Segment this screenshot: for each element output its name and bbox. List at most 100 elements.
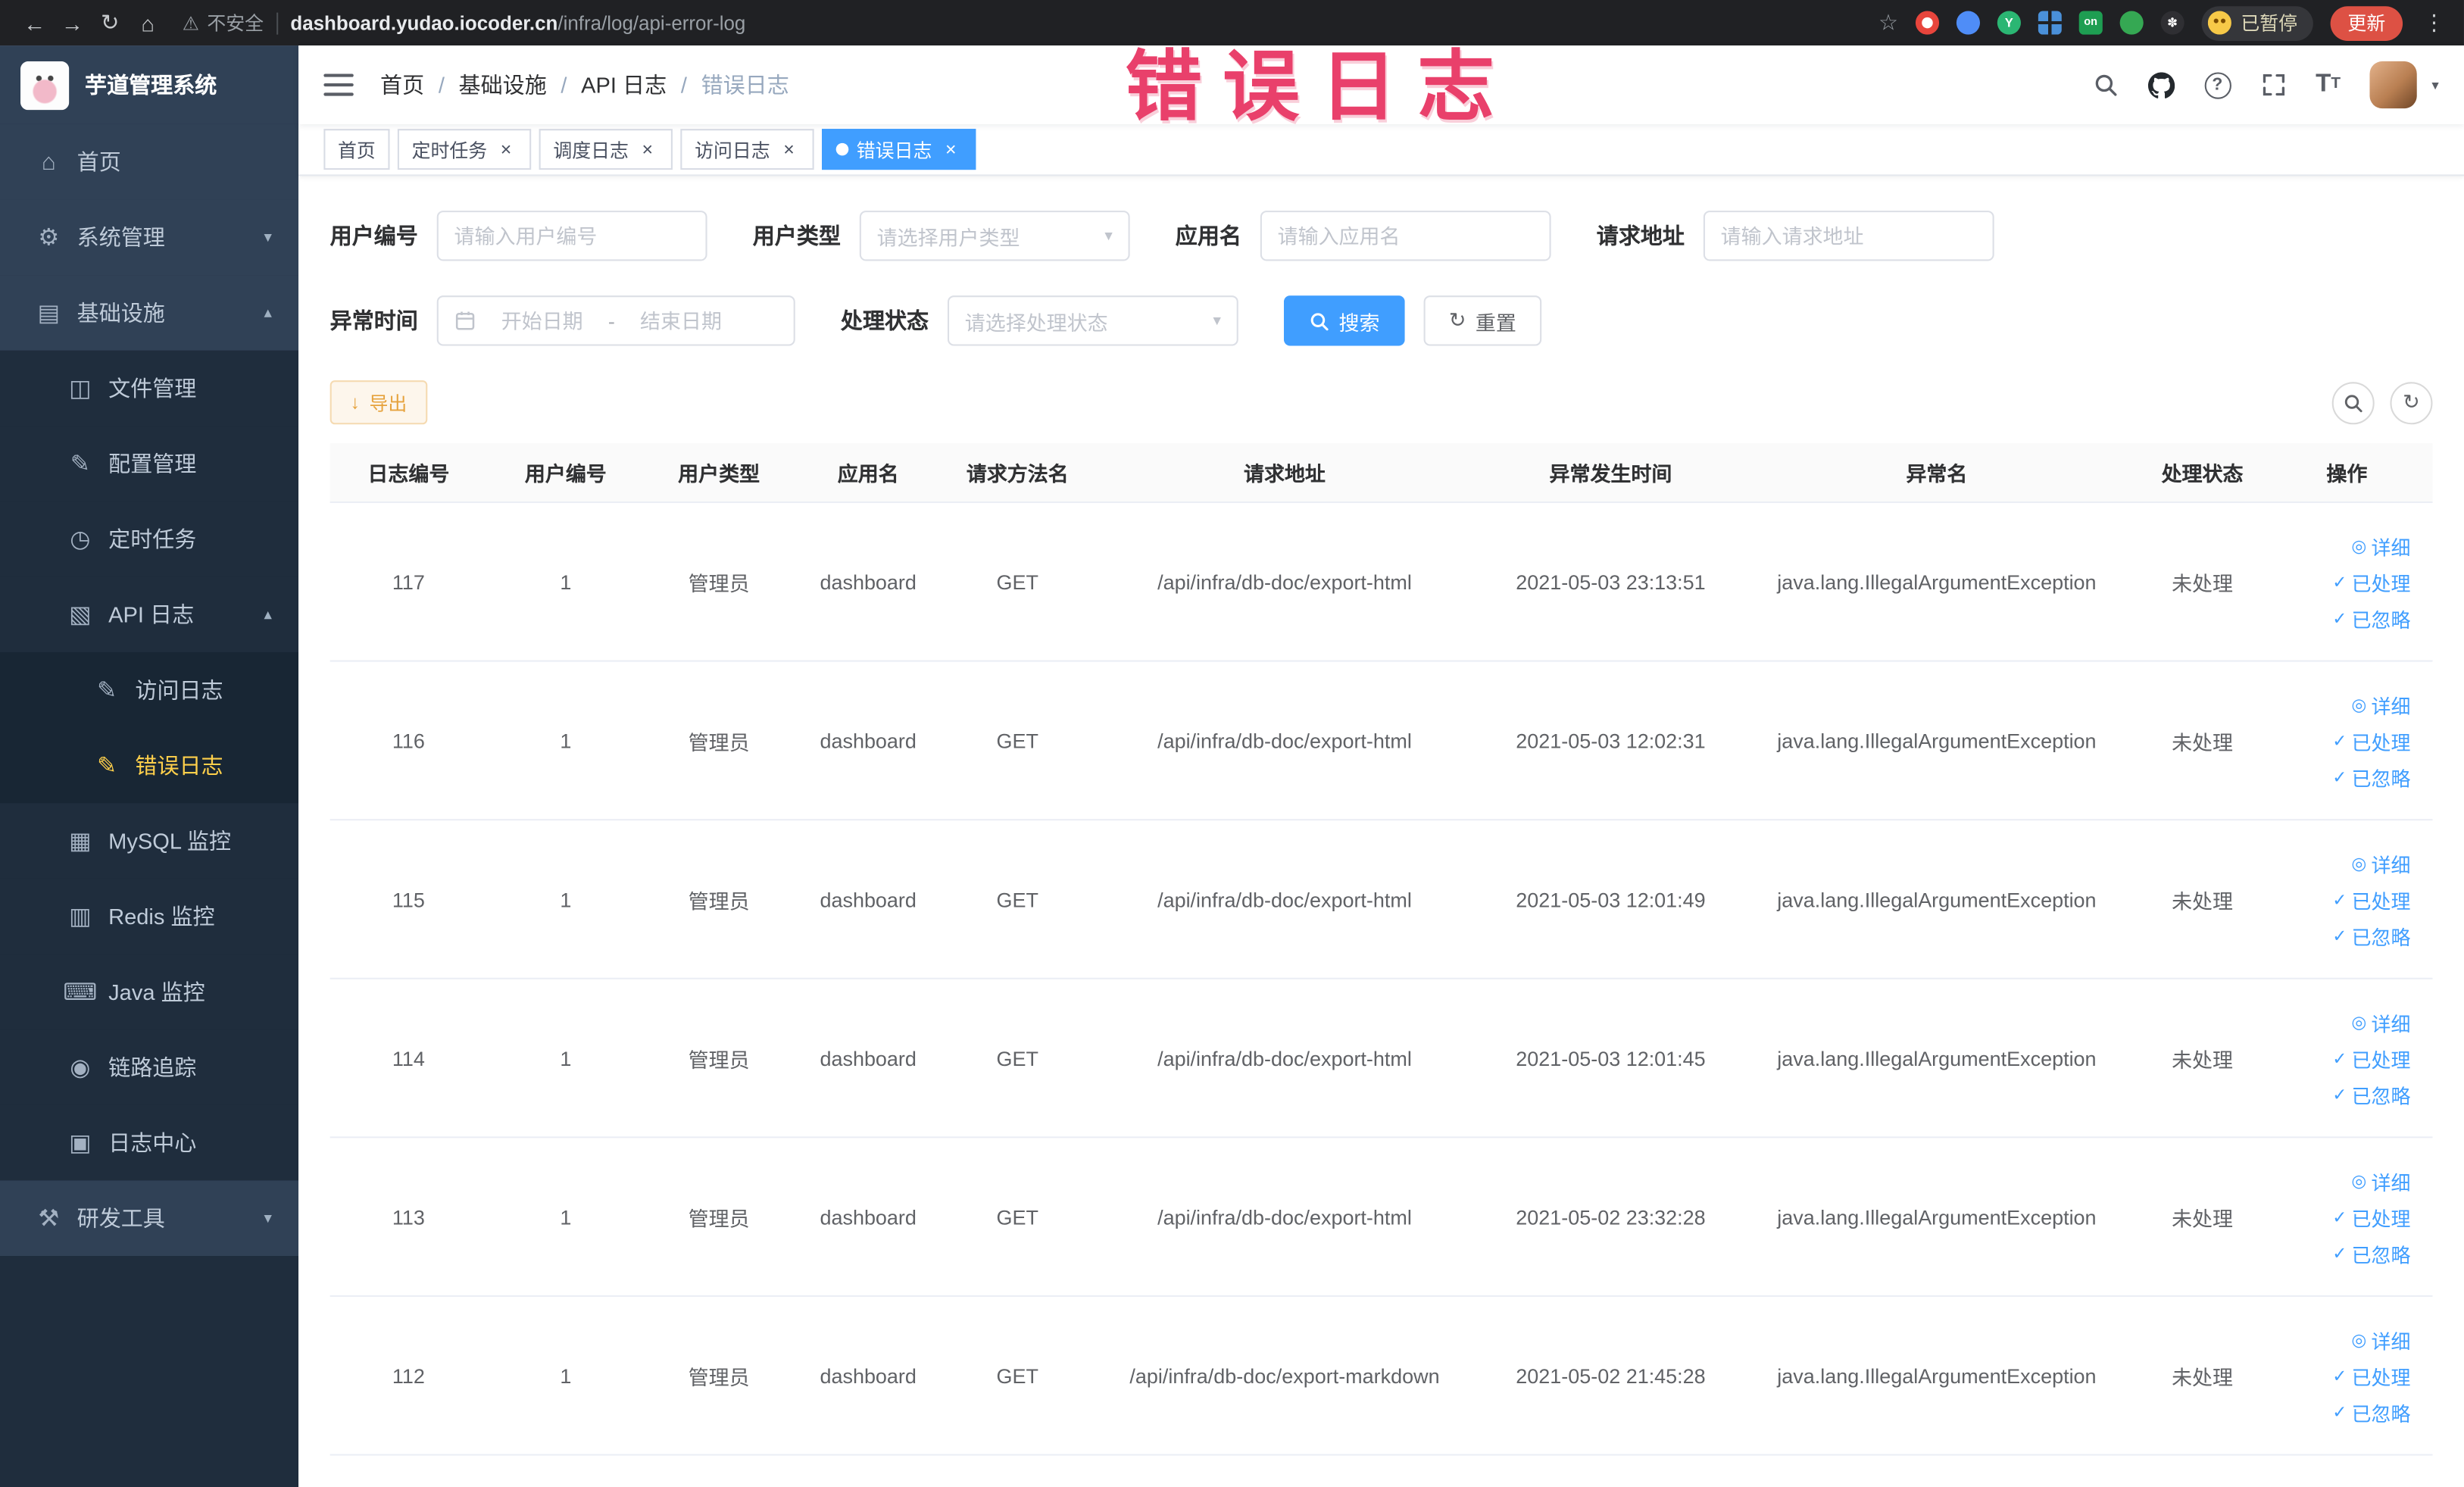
processed-link[interactable]: ✓ 已处理 [2332, 1360, 2410, 1390]
extension-icon-red-circle[interactable] [1915, 11, 1939, 35]
sidebar-item-redis-monitor[interactable]: ▥ Redis 监控 [0, 878, 299, 954]
ignored-link[interactable]: ✓ 已忽略 [2332, 603, 2410, 633]
sidebar-item-tracing[interactable]: ◉ 链路追踪 [0, 1029, 299, 1105]
detail-link[interactable]: ◎ 详细 [2351, 1007, 2410, 1036]
export-button[interactable]: ↓ 导出 [329, 380, 428, 425]
ignored-link[interactable]: ✓ 已忽略 [2332, 761, 2410, 791]
table-toolbar: ↓ 导出 ↻ [329, 380, 2433, 425]
cell-user-id: 1 [560, 1204, 572, 1229]
extension-icon-green-y[interactable]: Y [1997, 11, 2021, 35]
sidebar-item-log-center[interactable]: ▣ 日志中心 [0, 1104, 299, 1181]
profile-sync-paused-badge[interactable]: 已暂停 [2201, 5, 2313, 40]
tab-scheduled-jobs[interactable]: 定时任务 × [397, 129, 532, 170]
sidebar-item-api-logs[interactable]: ▧ API 日志 ▴ [0, 576, 299, 653]
ignored-link[interactable]: ✓ 已忽略 [2332, 920, 2410, 950]
detail-link[interactable]: ◎ 详细 [2351, 530, 2410, 560]
sidebar-item-error-log[interactable]: ✎ 错误日志 [0, 727, 299, 804]
security-warning[interactable]: ⚠ 不安全 [183, 9, 264, 36]
avatar-caret-icon[interactable]: ▾ [2431, 77, 2438, 94]
extension-icon-green-leaf[interactable] [2119, 11, 2144, 35]
fullscreen-icon[interactable] [2260, 72, 2285, 97]
filter-user-type: 用户类型 请选择用户类型 ▾ [753, 211, 1130, 261]
breadcrumb-infrastructure[interactable]: 基础设施 [459, 69, 547, 101]
breadcrumb-api-logs[interactable]: API 日志 [581, 69, 667, 101]
sidebar-item-mysql-monitor[interactable]: ▦ MySQL 监控 [0, 803, 299, 879]
sidebar-item-label: 定时任务 [108, 526, 197, 552]
browser-forward-icon[interactable]: → [54, 10, 92, 35]
user-id-input[interactable] [454, 223, 690, 248]
bookmark-star-icon[interactable]: ☆ [1878, 9, 1898, 36]
ignored-link[interactable]: ✓ 已忽略 [2332, 1238, 2410, 1267]
tab-home[interactable]: 首页 [323, 129, 390, 170]
close-icon[interactable]: × [495, 139, 517, 161]
browser-menu-icon[interactable]: ⋮ [2420, 9, 2448, 36]
sidebar-item-java-monitor[interactable]: ⌨ Java 监控 [0, 954, 299, 1030]
processed-link[interactable]: ✓ 已处理 [2332, 726, 2410, 755]
process-status-label: 处理状态 [840, 308, 929, 333]
exception-time-label: 异常时间 [329, 308, 418, 333]
processed-link[interactable]: ✓ 已处理 [2332, 1201, 2410, 1231]
detail-link[interactable]: ◎ 详细 [2351, 689, 2410, 719]
tab-access-log[interactable]: 访问日志 × [680, 129, 814, 170]
browser-update-button[interactable]: 更新 [2330, 5, 2403, 40]
address-bar[interactable]: ⚠ 不安全 dashboard.yudao.iocoder.cn/infra/l… [167, 9, 1878, 36]
cell-request-url: /api/infra/db-doc/export-html [1157, 1045, 1412, 1070]
sidebar-item-config-management[interactable]: ✎ 配置管理 [0, 426, 299, 501]
end-date-input[interactable] [624, 308, 738, 333]
browser-back-icon[interactable]: ← [16, 10, 54, 35]
column-header-user-id: 用户编号 [524, 462, 607, 486]
cell-log-id: 114 [392, 1045, 425, 1070]
cell-request-url: /api/infra/db-doc/export-html [1157, 887, 1412, 911]
cell-actions: ◎ 详细 ✓ 已处理 ✓ 已忽略 [2275, 1166, 2429, 1268]
extension-icon-on-badge[interactable]: on [2078, 11, 2103, 35]
tab-error-log[interactable]: 错误日志 × [822, 129, 976, 170]
sidebar-item-home[interactable]: ⌂ 首页 [0, 123, 299, 200]
search-button[interactable]: 搜索 [1283, 295, 1405, 346]
close-icon[interactable]: × [940, 139, 962, 161]
app-logo[interactable]: 芋道管理系统 [0, 45, 299, 124]
user-avatar[interactable] [2370, 61, 2418, 109]
processed-link[interactable]: ✓ 已处理 [2332, 567, 2410, 596]
reset-button[interactable]: ↻ 重置 [1423, 295, 1542, 346]
sidebar-item-access-log[interactable]: ✎ 访问日志 [0, 652, 299, 728]
extension-icon-blue-drop[interactable] [1956, 11, 1980, 35]
breadcrumb-home[interactable]: 首页 [380, 69, 424, 101]
refresh-table-button[interactable]: ↻ [2390, 381, 2433, 424]
ignored-link[interactable]: ✓ 已忽略 [2332, 1079, 2410, 1109]
help-icon[interactable]: ? [2203, 71, 2231, 98]
close-icon[interactable]: × [778, 139, 800, 161]
sidebar-item-scheduled-jobs[interactable]: ◷ 定时任务 [0, 501, 299, 577]
user-type-select[interactable]: 请选择用户类型 ▾ [859, 211, 1130, 261]
cell-status: 未处理 [2172, 1365, 2234, 1389]
request-url-input[interactable] [1720, 223, 1977, 248]
ignored-link[interactable]: ✓ 已忽略 [2332, 1397, 2410, 1426]
detail-link[interactable]: ◎ 详细 [2351, 1324, 2410, 1354]
process-status-select[interactable]: 请选择处理状态 ▾ [947, 295, 1238, 346]
app-name-input[interactable] [1277, 223, 1534, 248]
sidebar-item-system[interactable]: ⚙ 系统管理 ▾ [0, 199, 299, 276]
tab-schedule-log[interactable]: 调度日志 × [539, 129, 673, 170]
processed-link[interactable]: ✓ 已处理 [2332, 1043, 2410, 1073]
detail-link[interactable]: ◎ 详细 [2351, 848, 2410, 878]
extension-icon-dark-paw[interactable]: ✽ [2160, 11, 2184, 35]
extension-icon-blue-grid[interactable] [2038, 11, 2062, 35]
detail-link[interactable]: ◎ 详细 [2351, 1166, 2410, 1195]
date-range-picker[interactable]: - [436, 295, 795, 346]
font-size-icon[interactable]: TT [2316, 71, 2341, 97]
sidebar-toggle-icon[interactable] [323, 73, 354, 96]
sidebar-item-infrastructure[interactable]: ▤ 基础设施 ▴ [0, 275, 299, 351]
sidebar-item-dev-tools[interactable]: ⚒ 研发工具 ▾ [0, 1180, 299, 1257]
browser-home-icon[interactable]: ⌂ [129, 10, 167, 35]
start-date-input[interactable] [486, 308, 599, 333]
sidebar-item-file-management[interactable]: ◫ 文件管理 [0, 350, 299, 426]
toggle-search-button[interactable] [2331, 381, 2375, 424]
download-icon: ↓ [350, 391, 361, 414]
refresh-icon: ↻ [1448, 308, 1466, 332]
close-icon[interactable]: × [636, 139, 658, 161]
app: 芋道管理系统 ⌂ 首页 ⚙ 系统管理 ▾ ▤ 基础设施 ▴ ◫ 文件管理 ✎ 配… [0, 45, 2464, 1487]
processed-link[interactable]: ✓ 已处理 [2332, 884, 2410, 914]
github-icon[interactable] [2147, 71, 2175, 98]
active-dot [835, 142, 849, 156]
search-icon[interactable] [2092, 72, 2117, 97]
browser-reload-icon[interactable]: ↻ [91, 9, 129, 36]
